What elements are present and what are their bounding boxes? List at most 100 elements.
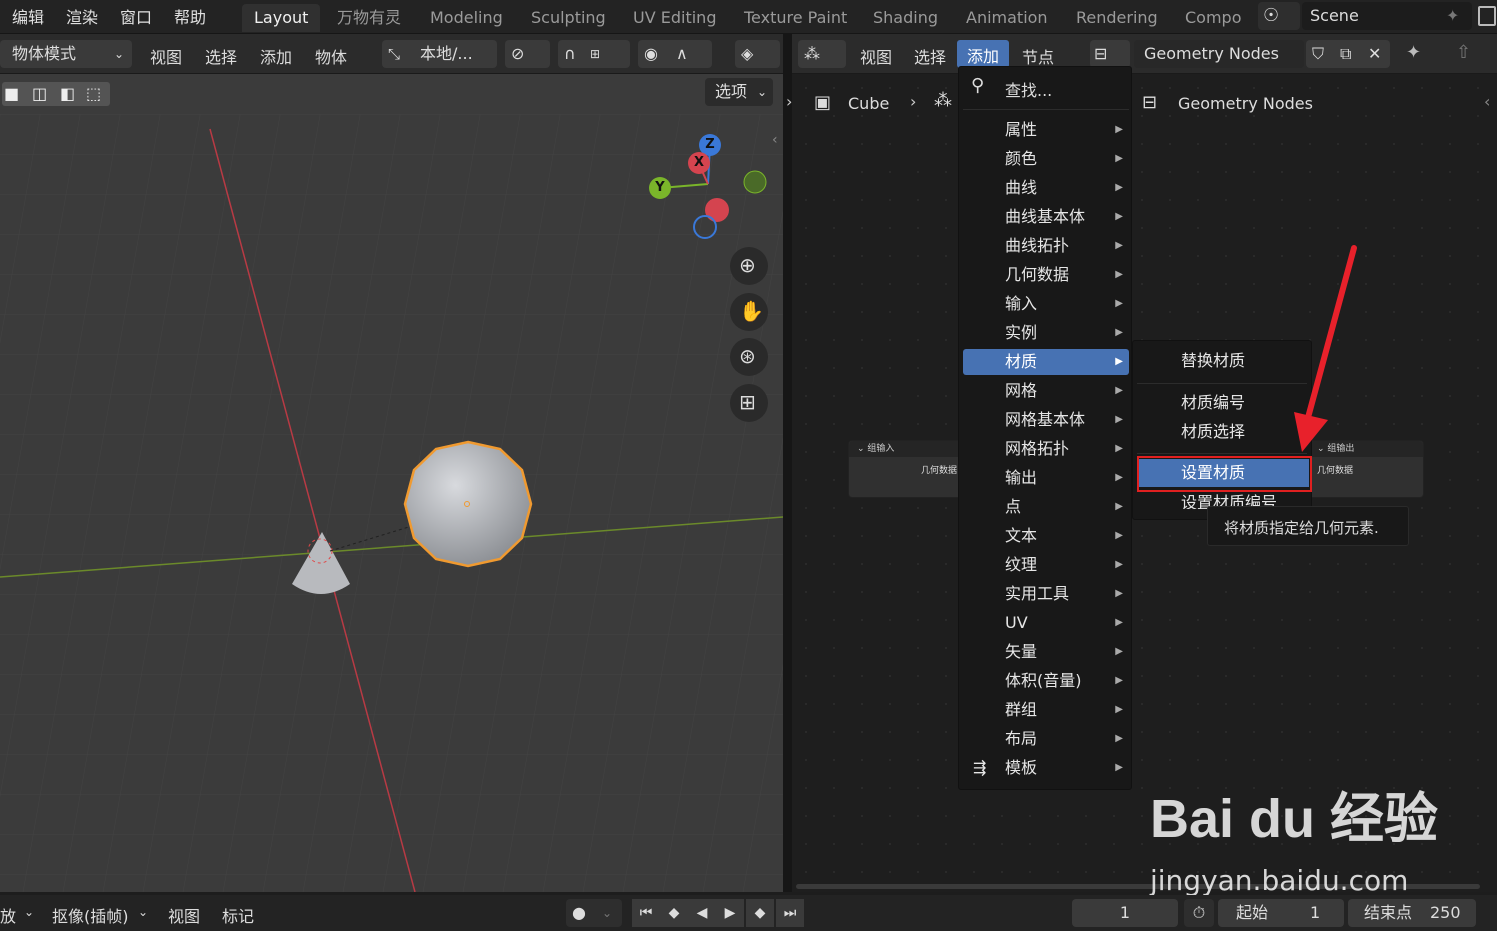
select-new-icon[interactable]: ■ <box>4 84 19 103</box>
vp-menu-select[interactable]: 选择 <box>205 44 237 68</box>
ne-menu-node[interactable]: 节点 <box>1022 44 1054 68</box>
ne-menu-view[interactable]: 视图 <box>860 44 892 68</box>
menu-edit[interactable]: 编辑 <box>12 4 44 28</box>
camera-button[interactable]: ⊛ <box>730 338 768 376</box>
add-menu-item-mesh-primitives[interactable]: 网格基本体 ▶ <box>963 407 1129 433</box>
close-icon[interactable]: ✕ <box>1368 40 1381 68</box>
tab-rendering[interactable]: Rendering <box>1064 4 1170 32</box>
fake-user-shield-icon[interactable]: ⛉ <box>1312 40 1324 68</box>
scene-selector-button[interactable]: ☉ <box>1258 2 1300 30</box>
tab-layout[interactable]: Layout <box>242 4 321 32</box>
menu-help[interactable]: 帮助 <box>174 4 206 28</box>
new-scene-icon[interactable] <box>1478 6 1496 26</box>
ne-menu-select[interactable]: 选择 <box>914 44 946 68</box>
add-menu-item-layout[interactable]: 布局 ▶ <box>963 726 1129 752</box>
parent-tree-icon[interactable]: ⇧ <box>1456 42 1471 63</box>
add-menu-item-color[interactable]: 颜色 ▶ <box>963 146 1129 172</box>
vp-menu-object[interactable]: 物体 <box>315 44 347 68</box>
marker-menu[interactable]: 标记 <box>222 903 254 927</box>
chevron-right-icon[interactable]: › <box>786 92 792 111</box>
add-menu-search[interactable]: 查找... <box>1005 77 1052 101</box>
stopwatch-icon: ⏱ <box>1192 903 1206 922</box>
duplicate-icon[interactable]: ⧉ <box>1340 40 1351 68</box>
pin-icon[interactable]: ✦ <box>1406 42 1421 63</box>
editor-type-button[interactable]: ⁂ <box>798 40 846 68</box>
start-frame-field[interactable]: 起始 1 <box>1218 899 1344 927</box>
vp-menu-add[interactable]: 添加 <box>260 44 292 68</box>
mode-selector[interactable]: 物体模式 ⌄ <box>0 40 132 68</box>
add-menu-item-group[interactable]: 群组 ▶ <box>963 697 1129 723</box>
prev-keyframe-button[interactable]: ◆ <box>660 899 688 927</box>
zoom-button[interactable]: ⊕ <box>730 247 768 285</box>
snap-button[interactable]: ∩ ⊞ <box>558 40 630 68</box>
gizmo-x[interactable]: X <box>688 152 710 174</box>
ne-menu-add[interactable]: 添加 <box>967 43 999 67</box>
add-menu-item-text[interactable]: 文本 ▶ <box>963 523 1129 549</box>
tab-uv-editing[interactable]: UV Editing <box>621 4 728 32</box>
add-menu-item-instances[interactable]: 实例 ▶ <box>963 320 1129 346</box>
sidebar-toggle-icon[interactable]: ‹ <box>1484 92 1490 111</box>
jump-start-button[interactable]: ⏮ <box>632 899 660 927</box>
selection-mode-group[interactable]: ■ ◫ ◧ ⬚ <box>2 82 110 106</box>
add-menu-item-geometry[interactable]: 几何数据 ▶ <box>963 262 1129 288</box>
next-keyframe-button[interactable]: ◆ <box>746 899 774 927</box>
visibility-button[interactable]: ◈ <box>735 40 780 68</box>
timeline-view-menu[interactable]: 视图 <box>168 903 200 927</box>
group-input-node[interactable]: ⌄ 组输入 几何数据 <box>848 440 964 498</box>
gizmo-y[interactable]: Y <box>649 177 671 199</box>
add-menu-item-material[interactable]: 材质 ▶ <box>963 349 1129 375</box>
add-menu-item-volume[interactable]: 体积(音量) ▶ <box>963 668 1129 694</box>
auto-keying-button[interactable]: ● ⌄ <box>566 899 622 927</box>
add-menu-item-templates[interactable]: ⇶ 模板 ▶ <box>963 755 1129 781</box>
add-menu-item-texture[interactable]: 纹理 ▶ <box>963 552 1129 578</box>
preview-range-button[interactable]: ⏱ <box>1184 899 1214 927</box>
tab-wanwu[interactable]: 万物有灵 <box>325 4 413 32</box>
add-menu-item-attribute[interactable]: 属性 ▶ <box>963 117 1129 143</box>
play-reverse-button[interactable]: ◀ <box>688 899 716 927</box>
add-menu-item-curve-primitives[interactable]: 曲线基本体 ▶ <box>963 204 1129 230</box>
area-divider[interactable] <box>783 34 792 892</box>
tab-shading[interactable]: Shading <box>861 4 950 32</box>
add-menu-item-curve[interactable]: 曲线 ▶ <box>963 175 1129 201</box>
menu-window[interactable]: 窗口 <box>120 4 152 28</box>
add-menu-item-output[interactable]: 输出 ▶ <box>963 465 1129 491</box>
current-frame-field[interactable]: 1 <box>1072 899 1178 927</box>
ne-menu-add-active[interactable]: 添加 <box>957 40 1009 68</box>
3d-viewport[interactable]: ■ ◫ ◧ ⬚ 选项 ⌄ Z X Y ⊕ ✋ ⊛ ⊞ ‹ <box>0 74 783 892</box>
options-button[interactable]: 选项 ⌄ <box>705 78 773 106</box>
keying-menu[interactable]: 抠像(插帧) <box>52 903 129 927</box>
transform-orientation[interactable]: ⤡ 本地/... <box>382 40 497 68</box>
add-menu-item-point[interactable]: 点 ▶ <box>963 494 1129 520</box>
ortho-button[interactable]: ⊞ <box>730 384 768 422</box>
tab-texture-paint[interactable]: Texture Paint <box>732 4 859 32</box>
tab-sculpting[interactable]: Sculpting <box>519 4 618 32</box>
select-invert-icon[interactable]: ⬚ <box>86 84 101 103</box>
end-frame-field[interactable]: 结束点 250 <box>1348 899 1476 927</box>
pivot-button[interactable]: ⊘ <box>505 40 550 68</box>
collapse-arrow-icon[interactable]: ‹ <box>772 132 778 148</box>
pin-icon[interactable]: ✦ <box>1446 2 1459 30</box>
add-menu-item-uv[interactable]: UV ▶ <box>963 610 1129 636</box>
add-menu-item-mesh[interactable]: 网格 ▶ <box>963 378 1129 404</box>
select-subtract-icon[interactable]: ◧ <box>60 84 75 103</box>
jump-end-button[interactable]: ⏭ <box>776 899 804 927</box>
select-extend-icon[interactable]: ◫ <box>32 84 47 103</box>
play-button[interactable]: ▶ <box>716 899 744 927</box>
scene-field[interactable]: Scene ✦ <box>1302 2 1472 30</box>
playback-menu[interactable]: 放 <box>0 903 16 927</box>
tab-compositing[interactable]: Compo <box>1173 4 1243 32</box>
tab-modeling[interactable]: Modeling <box>418 4 515 32</box>
add-menu-item-vector[interactable]: 矢量 ▶ <box>963 639 1129 665</box>
add-menu-item-curve-topology[interactable]: 曲线拓扑 ▶ <box>963 233 1129 259</box>
node-tree-field[interactable]: Geometry Nodes <box>1134 40 1304 68</box>
proportional-edit-button[interactable]: ◉ ∧ <box>638 40 712 68</box>
tab-animation[interactable]: Animation <box>954 4 1060 32</box>
node-collapse-icon[interactable]: ⌄ <box>857 444 867 454</box>
add-menu-item-utilities[interactable]: 实用工具 ▶ <box>963 581 1129 607</box>
vp-menu-view[interactable]: 视图 <box>150 44 182 68</box>
add-menu-item-input[interactable]: 输入 ▶ <box>963 291 1129 317</box>
pan-button[interactable]: ✋ <box>730 293 768 331</box>
tree-type-button[interactable]: ⊟ <box>1090 40 1130 68</box>
menu-render[interactable]: 渲染 <box>66 4 98 28</box>
add-menu-item-mesh-topology[interactable]: 网格拓扑 ▶ <box>963 436 1129 462</box>
